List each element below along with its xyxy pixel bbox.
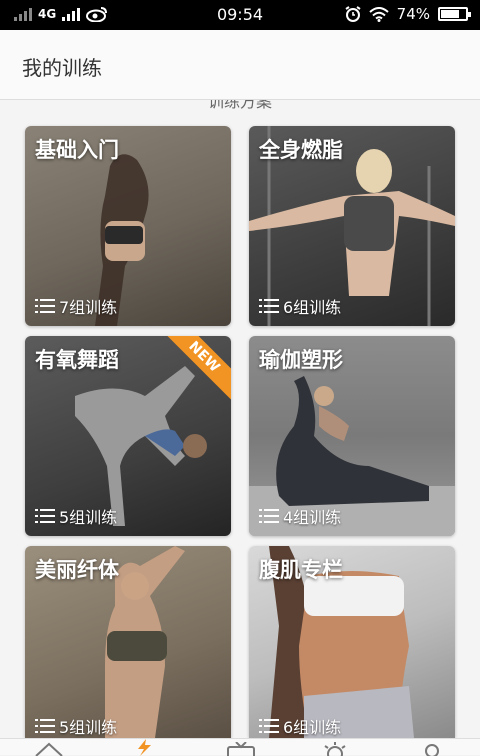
status-right: 74% xyxy=(345,5,471,23)
profile-icon[interactable] xyxy=(422,742,442,756)
page-title: 我的训练 xyxy=(22,56,102,80)
card-aerobic-dance[interactable]: NEW 有氧舞蹈 5组训练 xyxy=(25,336,231,536)
card-count: 6组训练 xyxy=(259,294,341,318)
card-count: 4组训练 xyxy=(259,504,341,528)
alarm-icon xyxy=(345,6,361,22)
card-abs[interactable]: 腹肌专栏 6组训练 xyxy=(249,546,455,738)
card-count: 5组训练 xyxy=(35,714,117,738)
list-icon xyxy=(259,509,279,523)
card-count-label: 4组训练 xyxy=(283,508,342,527)
card-count-label: 6组训练 xyxy=(283,298,342,317)
battery-percent: 74% xyxy=(396,5,430,23)
card-basics[interactable]: 基础入门 7组训练 xyxy=(25,126,231,326)
card-yoga[interactable]: 瑜伽塑形 4组训练 xyxy=(249,336,455,536)
bottom-tab-bar xyxy=(0,738,480,756)
battery-icon xyxy=(438,7,471,21)
list-icon xyxy=(259,299,279,313)
card-count: 5组训练 xyxy=(35,504,117,528)
card-count: 6组训练 xyxy=(259,714,341,738)
card-count-label: 5组训练 xyxy=(59,718,118,737)
card-count-label: 6组训练 xyxy=(283,718,342,737)
training-list[interactable]: 训练方案 基础入门 7组训练 全身燃脂 6组训练 NEW 有氧舞蹈 5组训练 瑜… xyxy=(0,100,480,738)
list-icon xyxy=(35,719,55,733)
list-icon xyxy=(35,299,55,313)
card-title: 基础入门 xyxy=(35,138,119,162)
card-count: 7组训练 xyxy=(35,294,117,318)
card-title: 美丽纤体 xyxy=(35,558,119,582)
card-title: 瑜伽塑形 xyxy=(259,348,343,372)
section-title: 训练方案 xyxy=(207,100,272,111)
bulb-icon[interactable] xyxy=(322,742,348,756)
card-count-label: 5组训练 xyxy=(59,508,118,527)
status-bar: 4G 09:54 74% xyxy=(0,0,480,30)
battery-fill xyxy=(441,10,459,18)
home-icon[interactable] xyxy=(34,742,64,756)
card-count-label: 7组训练 xyxy=(59,298,118,317)
list-icon xyxy=(35,509,55,523)
app-header: 我的训练 xyxy=(0,30,480,100)
card-slim[interactable]: 美丽纤体 5组训练 xyxy=(25,546,231,738)
card-title: 全身燃脂 xyxy=(259,138,343,162)
tv-icon[interactable] xyxy=(226,742,256,756)
card-fat-burn[interactable]: 全身燃脂 6组训练 xyxy=(249,126,455,326)
list-icon xyxy=(259,719,279,733)
card-title: 腹肌专栏 xyxy=(259,558,343,582)
lightning-icon[interactable] xyxy=(134,739,154,756)
wifi-icon xyxy=(368,6,389,22)
card-title: 有氧舞蹈 xyxy=(35,348,119,372)
